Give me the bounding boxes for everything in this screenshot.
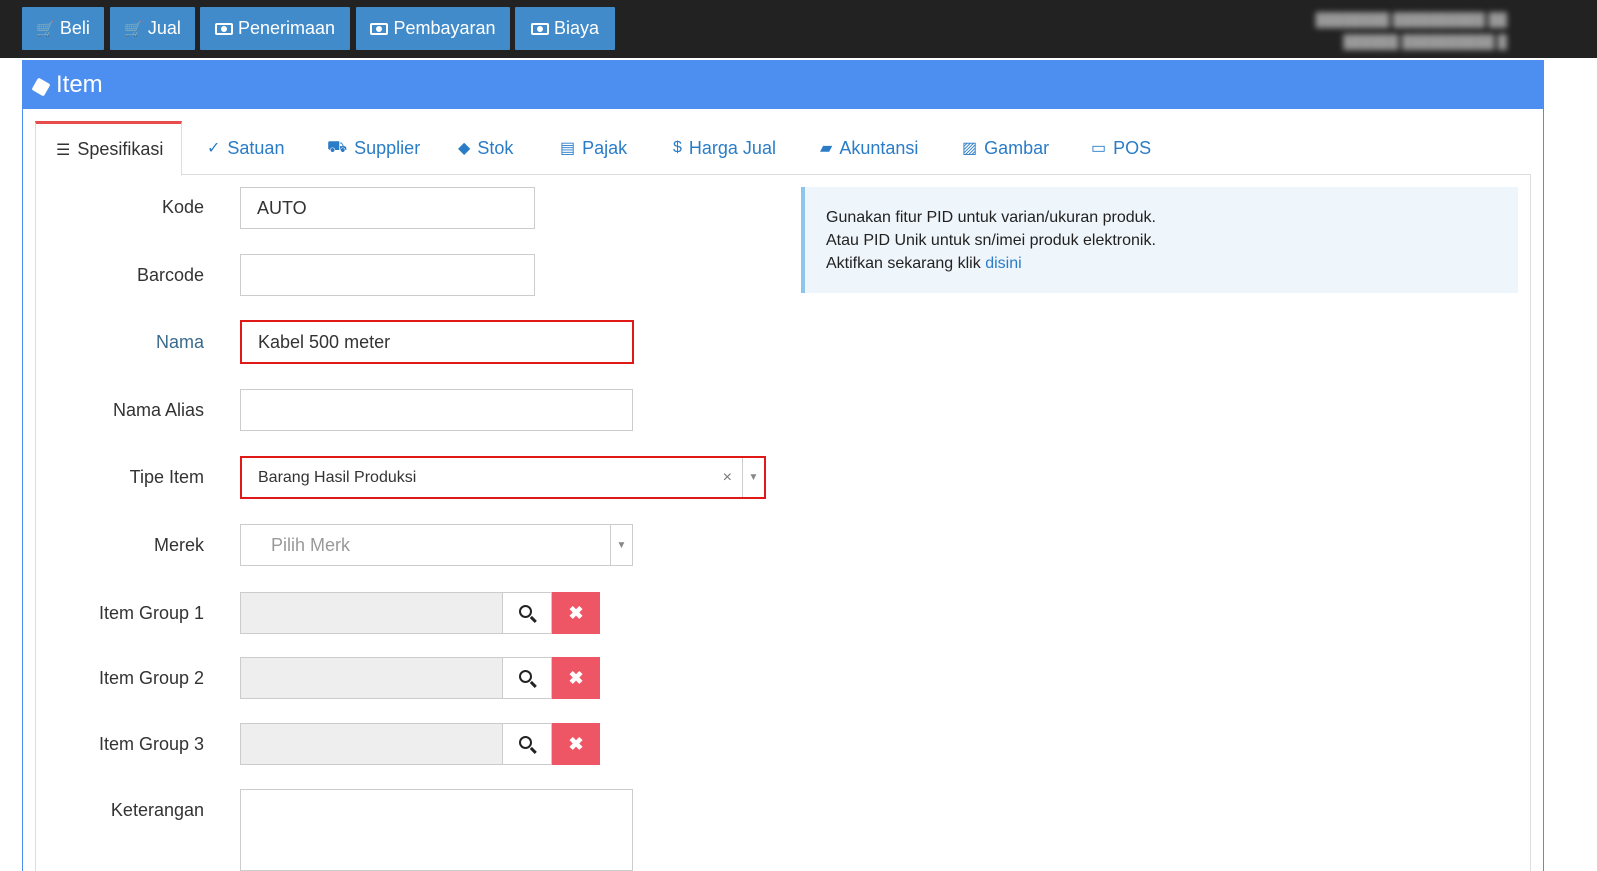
kode-label: Kode	[161, 197, 204, 217]
image-icon: ▨	[962, 140, 978, 157]
tab-pajak[interactable]: ▤ Pajak	[540, 121, 647, 175]
beli-button[interactable]: 🛒 Beli	[22, 7, 104, 50]
item-group-1-search-button[interactable]	[502, 592, 552, 634]
keterangan-textarea[interactable]	[240, 789, 633, 871]
chevron-down-icon[interactable]: ▼	[742, 458, 764, 497]
tipe-item-label: Tipe Item	[129, 467, 204, 487]
nama-label: Nama	[155, 332, 204, 352]
tab-stok[interactable]: ◆ Stok	[438, 121, 533, 175]
nama-value: Kabel 500 meter	[258, 331, 391, 352]
item-group-1-clear-button[interactable]: ✖	[552, 592, 600, 634]
monitor-icon: ▭	[1091, 140, 1107, 157]
biaya-button[interactable]: Biaya	[515, 7, 615, 50]
item-group-1-label: Item Group 1	[98, 603, 204, 623]
dollar-icon: $	[673, 139, 682, 156]
pembayaran-button[interactable]: Pembayaran	[356, 7, 510, 50]
jual-label: Jual	[147, 18, 181, 38]
item-group-2-search-button[interactable]	[502, 657, 552, 699]
close-icon: ✖	[568, 733, 584, 754]
tab-supplier[interactable]: ⛟ Supplier	[307, 121, 440, 175]
keterangan-label: Keterangan	[110, 800, 204, 820]
tab-label: POS	[1113, 137, 1152, 158]
tab-satuan[interactable]: ✓ Satuan	[187, 121, 304, 175]
merek-placeholder: Pilih Merk	[271, 534, 351, 555]
cart-icon: 🛒	[124, 20, 143, 38]
clear-icon[interactable]: ×	[723, 458, 732, 497]
tab-label: Stok	[477, 137, 514, 158]
book-icon: ▰	[820, 140, 833, 157]
penerimaan-button[interactable]: Penerimaan	[200, 7, 350, 50]
tab-label: Akuntansi	[839, 137, 919, 158]
disini-link[interactable]: disini	[985, 255, 1021, 272]
info-line-3: Aktifkan sekarang klik disini	[826, 252, 1518, 275]
cash-icon	[214, 22, 233, 35]
search-icon	[519, 605, 532, 618]
cart-icon: 🛒	[36, 20, 55, 38]
close-icon: ✖	[568, 602, 584, 623]
pid-info-box: Gunakan fitur PID untuk varian/ukuran pr…	[801, 187, 1518, 293]
top-navbar: 🛒 Beli 🛒 Jual Penerimaan Pembayaran Biay…	[0, 0, 1597, 58]
item-group-3-search-button[interactable]	[502, 723, 552, 765]
pembayaran-label: Pembayaran	[393, 18, 496, 38]
table-icon: ▤	[560, 140, 576, 157]
merek-select[interactable]: Pilih Merk ▼	[240, 524, 633, 566]
biaya-label: Biaya	[553, 18, 600, 38]
penerimaan-label: Penerimaan	[237, 18, 336, 38]
truck-icon: ⛟	[327, 139, 348, 156]
item-group-1-input[interactable]	[240, 592, 503, 634]
merek-label: Merek	[153, 535, 204, 555]
chevron-down-icon[interactable]: ▼	[610, 525, 632, 565]
tab-gambar[interactable]: ▨ Gambar	[942, 121, 1069, 175]
tab-harga-jual[interactable]: $ Harga Jual	[653, 121, 796, 175]
tab-label: Supplier	[354, 137, 421, 158]
tipe-item-value: Barang Hasil Produksi	[258, 468, 417, 486]
cube-icon: ◆	[458, 140, 471, 157]
nama-alias-input[interactable]	[240, 389, 633, 431]
list-icon: ☰	[56, 141, 71, 159]
check-circle-icon: ✓	[207, 140, 221, 157]
tab-spesifikasi[interactable]: ☰ Spesifikasi	[35, 121, 182, 176]
tab-label: Pajak	[582, 137, 628, 158]
item-group-3-label: Item Group 3	[98, 734, 204, 754]
item-group-2-label: Item Group 2	[98, 668, 204, 688]
barcode-input[interactable]	[240, 254, 535, 296]
beli-label: Beli	[59, 18, 90, 38]
kode-value: AUTO	[257, 197, 307, 218]
kode-input[interactable]: AUTO	[240, 187, 535, 229]
tab-label: Spesifikasi	[77, 139, 164, 159]
search-icon	[519, 736, 532, 749]
jual-button[interactable]: 🛒 Jual	[110, 7, 195, 50]
tab-label: Satuan	[227, 137, 285, 158]
page-title: Item	[56, 70, 103, 98]
tipe-item-select[interactable]: Barang Hasil Produksi × ▼	[240, 456, 766, 499]
info-line-2: Atau PID Unik untuk sn/imei produk elekt…	[826, 232, 1156, 249]
tab-akuntansi[interactable]: ▰ Akuntansi	[800, 121, 938, 175]
cash-icon	[530, 22, 549, 35]
tab-pos[interactable]: ▭ POS	[1071, 121, 1171, 175]
cube-icon	[31, 76, 51, 97]
tab-label: Harga Jual	[688, 137, 776, 158]
close-icon: ✖	[568, 667, 584, 688]
panel-header: Item	[22, 60, 1544, 109]
nama-alias-label: Nama Alias	[112, 400, 204, 420]
cash-icon	[370, 22, 389, 35]
search-icon	[519, 670, 532, 683]
info-line-3-text: Aktifkan sekarang klik	[826, 255, 981, 272]
barcode-label: Barcode	[136, 265, 204, 285]
nama-input[interactable]: Kabel 500 meter	[240, 320, 634, 364]
info-line-1: Gunakan fitur PID untuk varian/ukuran pr…	[826, 209, 1156, 226]
item-group-2-clear-button[interactable]: ✖	[552, 657, 600, 699]
tab-label: Gambar	[984, 137, 1050, 158]
item-group-3-clear-button[interactable]: ✖	[552, 723, 600, 765]
tab-bar: ☰ Spesifikasi ✓ Satuan ⛟ Supplier ◆ Stok…	[35, 121, 1531, 176]
item-group-2-input[interactable]	[240, 657, 503, 699]
user-info-blurred[interactable]: ████████ ██████████ ██ ██████ ██████████…	[1316, 9, 1507, 53]
item-group-3-input[interactable]	[240, 723, 503, 765]
